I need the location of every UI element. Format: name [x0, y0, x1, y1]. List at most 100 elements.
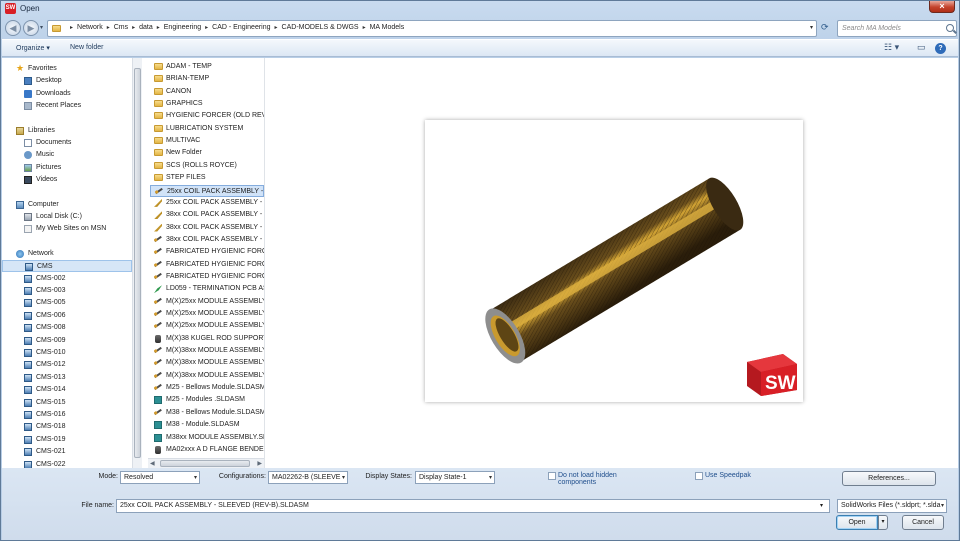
sidebar-item[interactable]: Downloads [2, 88, 132, 100]
sidebar-item-network-computer[interactable]: CMS-012 [2, 359, 132, 371]
back-button[interactable]: ◀ [5, 20, 21, 36]
file-item[interactable]: M25 - Modules .SLDASM [150, 394, 264, 406]
sidebar-item-network-computer[interactable]: CMS-015 [2, 397, 132, 409]
breadcrumb-item[interactable]: data [139, 24, 153, 31]
file-item[interactable]: LD059 - TERMINATION PCB ASS [150, 283, 264, 295]
sidebar-group-network[interactable]: Network [2, 248, 132, 260]
file-item[interactable]: M25 - Bellows Module.SLDASM [150, 382, 264, 394]
folder-item[interactable]: LUBRICATION SYSTEM [150, 123, 264, 135]
scroll-left-icon[interactable]: ◀ [150, 460, 155, 467]
organize-menu[interactable]: Organize ▾ [16, 44, 50, 52]
sidebar-item-network-computer[interactable]: CMS-008 [2, 322, 132, 334]
file-item[interactable]: FABRICATED HYGIENIC FORCER [150, 258, 264, 271]
chevron-down-icon[interactable]: ▾ [820, 502, 823, 509]
file-item[interactable]: FABRICATED HYGIENIC FORCER [150, 270, 264, 283]
open-button[interactable]: Open [836, 515, 878, 530]
breadcrumb-item[interactable]: MA Models [370, 24, 405, 31]
change-view-icon[interactable]: ☷ ▾ [884, 42, 899, 53]
sidebar-item-network-computer[interactable]: CMS-016 [2, 409, 132, 421]
sidebar-group-computer[interactable]: Computer [2, 199, 132, 211]
file-type-select[interactable]: SolidWorks Files (*.sldprt; *.slda ▾ [837, 499, 947, 513]
breadcrumb-item[interactable]: Engineering [164, 24, 201, 31]
file-item[interactable]: 38xx COIL PACK ASSEMBLY - SL [150, 222, 264, 234]
sidebar-item-network-computer[interactable]: CMS-002 [2, 273, 132, 285]
sidebar-item[interactable]: Music [2, 149, 132, 161]
sidebar-item-network-computer[interactable]: CMS-018 [2, 421, 132, 433]
display-states-select[interactable]: Display State-1 ▾ [415, 471, 495, 484]
file-item[interactable]: M(X)38 KUGEL ROD SUPPORT A [150, 333, 264, 345]
references-button[interactable]: References... [842, 471, 936, 486]
sidebar-group-libraries[interactable]: Libraries [2, 125, 132, 137]
breadcrumb-item[interactable]: CAD - Engineering [212, 24, 270, 31]
sidebar-item[interactable]: Recent Places [2, 100, 132, 112]
file-item[interactable]: M(X)38xx MODULE ASSEMBLY ( [150, 357, 264, 369]
search-input[interactable]: Search MA Models [837, 20, 957, 37]
sidebar-item-network-computer[interactable]: CMS-014 [2, 384, 132, 396]
folder-item[interactable]: BRIAN-TEMP [150, 73, 264, 85]
file-item[interactable]: M38 - Bellows Module.SLDASM [150, 406, 264, 419]
sidebar-item[interactable]: My Web Sites on MSN [2, 223, 132, 235]
folder-item[interactable]: HYGIENIC FORCER (OLD REVISIO [150, 110, 264, 122]
sidebar-item[interactable]: Local Disk (C:) [2, 211, 132, 223]
file-item[interactable]: M(X)25xx MODULE ASSEMBLY ( [150, 308, 264, 320]
new-folder-button[interactable]: New folder [70, 44, 103, 51]
breadcrumb-separator-icon[interactable]: ▸ [275, 25, 278, 31]
file-item[interactable]: M(X)25xx MODULE ASSEMBLY ( [150, 320, 264, 332]
help-icon[interactable]: ? [935, 43, 946, 54]
breadcrumb-separator-icon[interactable]: ▸ [157, 25, 160, 31]
file-item[interactable]: M38xx MODULE ASSEMBLY.SLD [150, 432, 264, 444]
sidebar-group-favorites[interactable]: ★ Favorites [2, 63, 132, 75]
sidebar-item-network-computer[interactable]: CMS-019 [2, 434, 132, 446]
open-options-dropdown[interactable]: ▾ [878, 515, 888, 530]
sidebar-item-network-computer[interactable]: CMS-010 [2, 347, 132, 359]
address-dropdown-icon[interactable]: ▾ [810, 24, 813, 31]
mode-select[interactable]: Resolved ▾ [120, 471, 200, 484]
file-item[interactable]: MA02xxx A D FLANGE BENDER [150, 444, 264, 456]
sidebar-item-network-computer[interactable]: CMS-013 [2, 372, 132, 384]
file-item[interactable]: FABRICATED HYGIENIC FORCER [150, 246, 264, 258]
breadcrumb-item[interactable]: Cms [114, 24, 128, 31]
breadcrumb-separator-icon[interactable]: ▸ [132, 25, 135, 31]
file-item[interactable]: 25xx COIL PACK ASSEMBLY - UN [150, 197, 264, 209]
cancel-button[interactable]: Cancel [902, 515, 944, 530]
address-bar[interactable]: ▸ Network ▸ Cms ▸ data ▸ Engineering ▸ CAD - Engi… [47, 20, 817, 37]
file-item[interactable]: M(X)38xx MODULE ASSEMBLY ( [150, 345, 264, 357]
folder-item[interactable]: ADAM - TEMP [150, 61, 264, 73]
sidebar-item[interactable]: Pictures [2, 162, 132, 174]
folder-item[interactable]: CANON [150, 86, 264, 98]
sidebar-item-network-computer[interactable]: CMS-022 [2, 459, 132, 468]
speedpak-checkbox[interactable] [695, 472, 703, 480]
breadcrumb-item[interactable]: Network [77, 24, 103, 31]
file-name-input[interactable]: 25xx COIL PACK ASSEMBLY - SLEEVED (REV-B… [116, 499, 830, 513]
forward-button[interactable]: ▶ [23, 20, 39, 36]
file-item[interactable]: M(X)25xx MODULE ASSEMBLY ( [150, 295, 264, 308]
navigation-scrollbar[interactable] [132, 58, 142, 468]
file-item[interactable]: 25xx COIL PACK ASSEMBLY - SLE [150, 184, 264, 197]
scrollbar-thumb[interactable] [160, 460, 250, 467]
sidebar-item[interactable]: Desktop [2, 75, 132, 87]
sidebar-item-network-computer[interactable]: CMS-003 [2, 285, 132, 297]
scroll-right-icon[interactable]: ▶ [257, 460, 262, 467]
sidebar-item[interactable]: Videos [2, 174, 132, 186]
file-item[interactable]: 38xx COIL PACK ASSEMBLY - SL [150, 209, 264, 221]
scrollbar-thumb[interactable] [134, 68, 141, 458]
folder-item[interactable]: STEP FILES [150, 172, 264, 184]
breadcrumb-item[interactable]: CAD-MODELS & DWGS [282, 24, 359, 31]
breadcrumb-separator-icon[interactable]: ▸ [70, 25, 73, 31]
sidebar-item-network-computer[interactable]: CMS-006 [2, 310, 132, 322]
recent-locations-dropdown[interactable]: ▾ [40, 24, 43, 31]
file-list-horizontal-scrollbar[interactable]: ◀ ▶ [148, 458, 264, 468]
sidebar-item[interactable]: Documents [2, 137, 132, 149]
sidebar-item-network-computer[interactable]: CMS-021 [2, 446, 132, 458]
file-item[interactable]: 38xx COIL PACK ASSEMBLY - UN [150, 233, 264, 246]
breadcrumb-separator-icon[interactable]: ▸ [205, 25, 208, 31]
close-button[interactable]: × [929, 1, 955, 13]
file-item[interactable]: M(X)38xx MODULE ASSEMBLY ( [150, 369, 264, 382]
folder-item[interactable]: MULTIVAC [150, 135, 264, 147]
breadcrumb-separator-icon[interactable]: ▸ [107, 25, 110, 31]
hidden-components-label[interactable]: Do not load hidden components [558, 472, 638, 486]
hidden-components-checkbox[interactable] [548, 472, 556, 480]
speedpak-label[interactable]: Use Speedpak [705, 472, 751, 479]
sidebar-item-network-computer[interactable]: CMS [2, 260, 132, 273]
sidebar-item-network-computer[interactable]: CMS-009 [2, 335, 132, 347]
